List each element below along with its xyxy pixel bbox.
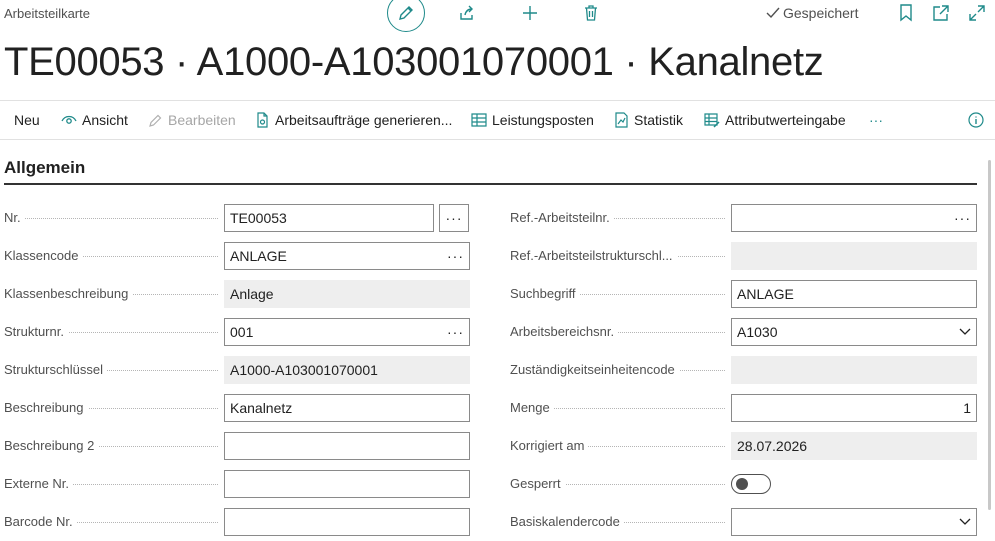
ellipsis-icon[interactable]: ··· (447, 248, 464, 264)
field-label-externe-nr: Externe Nr. (4, 476, 218, 491)
share-icon (460, 5, 473, 20)
ellipsis-icon: ··· (445, 210, 463, 226)
attribute-table-icon (704, 113, 720, 128)
beschreibung-input[interactable]: Kanalnetz (224, 394, 470, 422)
breadcrumb: Arbeitsteilkarte (4, 6, 90, 21)
attribute-entry-label: Attributwerteingabe (725, 112, 846, 128)
new-action-label: Neu (14, 112, 40, 128)
open-new-window-button[interactable] (931, 3, 951, 23)
field-label-strukturnr: Strukturnr. (4, 324, 218, 339)
edit-action[interactable]: Bearbeiten (148, 101, 236, 139)
klassenbeschreibung-value: Anlage (224, 280, 470, 308)
field-label-ref-arbeitsteilstrukturschluessel: Ref.-Arbeitsteilstrukturschl... (510, 248, 725, 263)
statistics-label: Statistik (634, 112, 684, 128)
field-label-beschreibung-2: Beschreibung 2 (4, 438, 218, 453)
field-label-arbeitsbereichsnr: Arbeitsbereichsnr. (510, 324, 725, 339)
strukturschluessel-value: A1000-A103001070001 (224, 356, 470, 384)
field-label-zustaendigkeitseinheitencode: Zuständigkeitseinheitencode (510, 362, 725, 377)
edit-action-label: Bearbeiten (168, 112, 236, 128)
suchbegriff-input[interactable]: ANLAGE (731, 280, 977, 308)
field-label-barcode-nr: Barcode Nr. (4, 514, 218, 529)
more-actions-button[interactable]: ··· (869, 101, 883, 139)
attribute-entry-action[interactable]: Attributwerteingabe (704, 101, 846, 139)
service-entries-action[interactable]: Leistungsposten (471, 101, 594, 139)
new-action[interactable]: Neu (14, 101, 40, 139)
nr-assist-button[interactable]: ··· (439, 204, 469, 232)
chevron-down-icon (959, 328, 971, 335)
beschreibung-2-input[interactable] (224, 432, 470, 460)
toggle-knob (736, 478, 748, 490)
checkmark-icon (766, 7, 780, 19)
table-list-icon (471, 113, 487, 127)
field-label-klassencode: Klassencode (4, 248, 218, 263)
section-title-general: Allgemein (4, 158, 86, 177)
chevron-down-icon (959, 518, 971, 525)
field-label-suchbegriff: Suchbegriff (510, 286, 725, 301)
ref-arbeitsteilstrukturschluessel-value (731, 242, 977, 270)
plus-icon (523, 6, 537, 20)
generate-work-orders-action[interactable]: Arbeitsaufträge generieren... (255, 101, 452, 139)
arbeitsbereichsnr-select[interactable]: A1030 (731, 318, 977, 346)
edit-button[interactable] (387, 0, 425, 32)
eye-icon (61, 115, 77, 124)
pencil-icon (149, 114, 162, 127)
trash-icon (585, 5, 597, 21)
delete-button[interactable] (581, 3, 601, 23)
bookmark-button[interactable] (896, 3, 916, 23)
ellipsis-icon[interactable]: ··· (954, 210, 971, 226)
section-divider (4, 183, 977, 185)
action-bar: Neu Ansicht Bearbeiten Arbeitsaufträge g… (0, 100, 995, 140)
chart-icon (615, 112, 628, 128)
gesperrt-toggle[interactable] (731, 474, 771, 494)
expand-button[interactable] (967, 3, 987, 23)
more-actions-label: ··· (869, 112, 883, 128)
ref-arbeitsteilnr-input[interactable]: ··· (731, 204, 977, 232)
field-label-nr: Nr. (4, 210, 218, 225)
field-label-klassenbeschreibung: Klassenbeschreibung (4, 286, 218, 301)
barcode-nr-input[interactable] (224, 508, 470, 536)
zustaendigkeitseinheitencode-value (731, 356, 977, 384)
field-label-basiskalendercode: Basiskalendercode (510, 514, 725, 529)
document-gear-icon (257, 112, 268, 128)
saved-status: Gespeichert (766, 5, 858, 21)
field-label-menge: Menge (510, 400, 725, 415)
klassencode-input[interactable]: ANLAGE ··· (224, 242, 470, 270)
page-title: TE00053 · A1000-A103001070001 · Kanalnet… (4, 40, 824, 84)
bookmark-icon (900, 4, 912, 22)
view-action-label: Ansicht (82, 112, 128, 128)
generate-work-orders-label: Arbeitsaufträge generieren... (275, 112, 453, 128)
field-label-strukturschluessel: Strukturschlüssel (4, 362, 218, 377)
service-entries-label: Leistungsposten (492, 112, 594, 128)
basiskalendercode-select[interactable] (731, 508, 977, 536)
strukturnr-input[interactable]: 001 ··· (224, 318, 470, 346)
nr-input[interactable]: TE00053 (224, 204, 434, 232)
statistics-action[interactable]: Statistik (614, 101, 683, 139)
info-icon (968, 112, 984, 128)
add-button[interactable] (520, 3, 540, 23)
ellipsis-icon[interactable]: ··· (447, 324, 464, 340)
open-new-window-icon (933, 5, 949, 21)
view-action[interactable]: Ansicht (61, 101, 128, 139)
externe-nr-input[interactable] (224, 470, 470, 498)
field-label-gesperrt: Gesperrt (510, 476, 725, 491)
expand-icon (969, 5, 985, 21)
field-label-ref-arbeitsteilnr: Ref.-Arbeitsteilnr. (510, 210, 725, 225)
pencil-icon (399, 6, 413, 20)
vertical-scrollbar[interactable] (988, 160, 991, 510)
share-button[interactable] (457, 3, 477, 23)
info-button[interactable] (968, 101, 984, 139)
korrigiert-am-value: 28.07.2026 (731, 432, 977, 460)
field-label-korrigiert-am: Korrigiert am (510, 438, 725, 453)
saved-status-label: Gespeichert (783, 5, 859, 21)
menge-input[interactable]: 1 (731, 394, 977, 422)
field-label-beschreibung: Beschreibung (4, 400, 218, 415)
